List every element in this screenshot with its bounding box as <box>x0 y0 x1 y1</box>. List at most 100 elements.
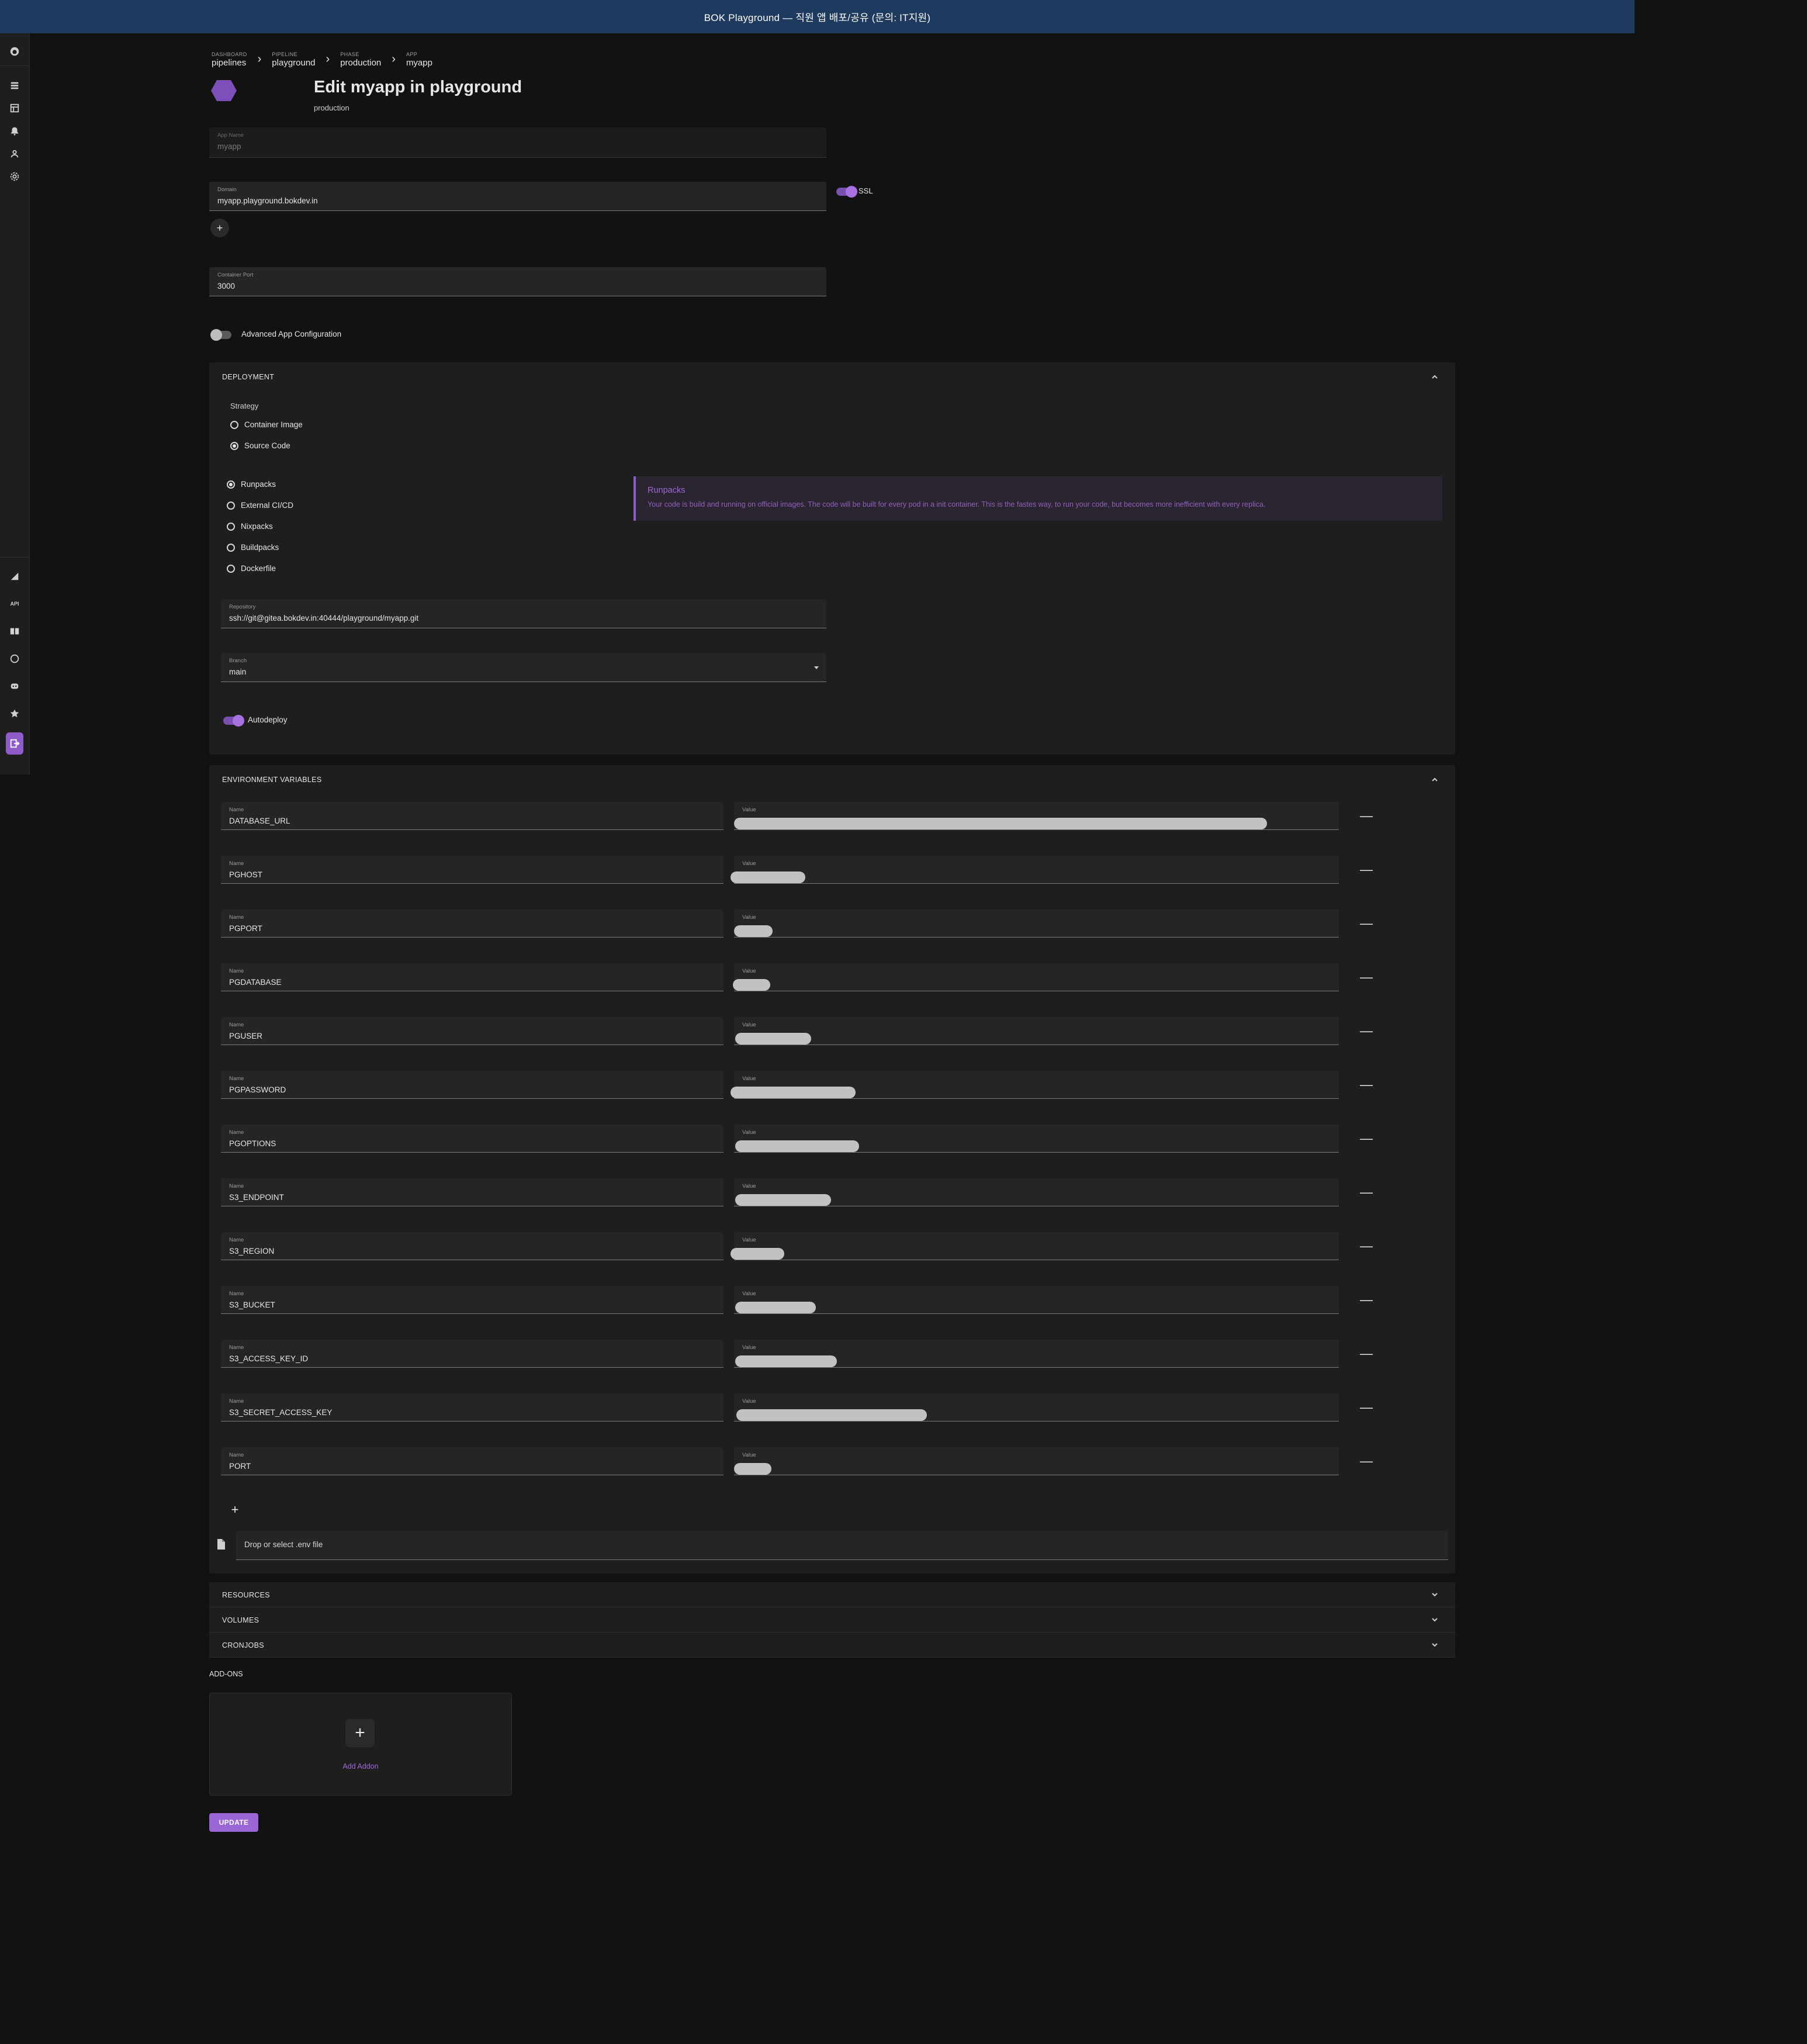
remove-env-button[interactable]: — <box>1359 1292 1373 1307</box>
theme-icon[interactable] <box>6 568 23 585</box>
remove-env-button[interactable]: — <box>1359 1023 1373 1038</box>
remove-env-button[interactable]: — <box>1359 1077 1373 1092</box>
remove-env-button[interactable]: — <box>1359 1346 1373 1361</box>
remove-env-button[interactable]: — <box>1359 1239 1373 1253</box>
env-name-field[interactable]: Name PGOPTIONS <box>221 1125 724 1153</box>
discord-icon[interactable] <box>6 677 23 695</box>
star-icon[interactable] <box>6 705 23 722</box>
env-value-field[interactable]: Value <box>734 1017 1339 1045</box>
branch-select[interactable]: Branch main <box>221 653 826 682</box>
docs-icon[interactable] <box>6 622 23 640</box>
build-runpacks[interactable]: Runpacks <box>227 480 276 489</box>
env-name-field[interactable]: Name PGPORT <box>221 909 724 938</box>
plus-icon: + <box>345 1719 375 1747</box>
breadcrumb-pipelines[interactable]: DASHBOARD pipelines <box>212 51 247 68</box>
env-name-field[interactable]: Name PGPASSWORD <box>221 1071 724 1099</box>
env-value-field[interactable]: Value <box>734 1447 1339 1475</box>
remove-env-button[interactable]: — <box>1359 808 1373 823</box>
add-addon-card[interactable]: + Add Addon <box>209 1693 512 1796</box>
sidebar: API <box>0 33 30 774</box>
env-value-field[interactable]: Value <box>734 1125 1339 1153</box>
remove-env-button[interactable]: — <box>1359 1454 1373 1468</box>
env-name-field[interactable]: Name S3_SECRET_ACCESS_KEY <box>221 1393 724 1422</box>
env-value-field[interactable]: Value <box>731 1232 1339 1260</box>
env-value-field[interactable]: Value <box>731 856 1339 884</box>
env-name-field[interactable]: Name DATABASE_URL <box>221 802 724 830</box>
radio-icon <box>227 501 235 510</box>
env-value-field[interactable]: Value <box>734 802 1339 830</box>
chevron-right-icon: › <box>326 53 330 65</box>
breadcrumb-phase[interactable]: PHASE production <box>340 51 381 68</box>
strategy-source-code[interactable]: Source Code <box>230 441 290 450</box>
add-env-button[interactable]: + <box>228 1502 242 1517</box>
notifications-icon[interactable] <box>6 122 23 140</box>
env-value-field[interactable]: Value <box>734 1393 1339 1422</box>
deployment-title: DEPLOYMENT <box>222 373 275 381</box>
env-name-field[interactable]: Name PGUSER <box>221 1017 724 1045</box>
env-value-field[interactable]: Value <box>734 1178 1339 1206</box>
build-nixpacks[interactable]: Nixpacks <box>227 522 273 531</box>
user-icon[interactable] <box>6 145 23 162</box>
ssl-label: SSL <box>859 186 873 195</box>
remove-env-button[interactable]: — <box>1359 1131 1373 1146</box>
redacted-value <box>734 1463 771 1475</box>
resources-section[interactable]: RESOURCES <box>209 1582 1455 1607</box>
breadcrumb-pipeline[interactable]: PIPELINE playground <box>272 51 315 68</box>
redacted-value <box>731 1248 784 1260</box>
cronjobs-section[interactable]: CRONJOBS <box>209 1633 1455 1658</box>
remove-env-button[interactable]: — <box>1359 970 1373 984</box>
env-value-field[interactable]: Value <box>733 963 1339 991</box>
remove-env-button[interactable]: — <box>1359 862 1373 877</box>
ssl-toggle[interactable] <box>836 186 857 198</box>
api-icon[interactable]: API <box>6 595 23 613</box>
settings-icon[interactable] <box>6 168 23 185</box>
repository-field[interactable]: Repository ssh://git@gitea.bokdev.in:404… <box>221 599 826 628</box>
addons-title: ADD-ONS <box>209 1670 243 1678</box>
env-value-field[interactable]: Value <box>734 1286 1339 1314</box>
remove-env-button[interactable]: — <box>1359 1185 1373 1199</box>
window-title: BOK Playground — 직원 앱 배포/공유 (문의: IT지원) <box>704 12 931 23</box>
env-name-field[interactable]: Name S3_ENDPOINT <box>221 1178 724 1206</box>
redacted-value <box>731 1087 856 1098</box>
remove-env-button[interactable]: — <box>1359 1400 1373 1414</box>
env-name-field[interactable]: Name PGDATABASE <box>221 963 724 991</box>
chevron-down-icon <box>1432 1643 1438 1647</box>
env-value-field[interactable]: Value <box>731 1071 1339 1099</box>
env-value-field[interactable]: Value <box>734 1340 1339 1368</box>
env-name-field[interactable]: Name PGHOST <box>221 856 724 884</box>
env-name-field[interactable]: Name PORT <box>221 1447 724 1475</box>
build-external-cicd[interactable]: External CI/CD <box>227 501 293 510</box>
redacted-value <box>735 1140 859 1152</box>
build-buildpacks[interactable]: Buildpacks <box>227 543 279 552</box>
remove-env-button[interactable]: — <box>1359 916 1373 931</box>
info-text: Your code is build and running on offici… <box>648 500 1266 509</box>
chevron-up-icon[interactable] <box>1431 373 1439 381</box>
apps-list-icon[interactable] <box>6 99 23 117</box>
logout-icon[interactable] <box>6 732 23 755</box>
container-port-field[interactable]: Container Port 3000 <box>209 267 826 296</box>
pipelines-icon[interactable] <box>6 77 23 94</box>
dropdown-arrow-icon <box>814 666 819 669</box>
window-title-bar: BOK Playground — 직원 앱 배포/공유 (문의: IT지원) <box>0 0 1635 33</box>
volumes-section[interactable]: VOLUMES <box>209 1607 1455 1633</box>
env-file-dropzone[interactable]: Drop or select .env file <box>236 1531 1448 1560</box>
breadcrumb-app[interactable]: APP myapp <box>406 51 432 68</box>
env-title: ENVIRONMENT VARIABLES <box>222 776 322 784</box>
radio-icon <box>227 522 235 531</box>
github-icon[interactable] <box>6 650 23 668</box>
autodeploy-toggle[interactable] <box>223 715 244 727</box>
chevron-up-icon[interactable] <box>1431 776 1439 784</box>
update-button[interactable]: UPDATE <box>209 1813 258 1832</box>
logo-icon[interactable] <box>6 43 23 60</box>
domain-field[interactable]: Domain myapp.playground.bokdev.in <box>209 182 826 211</box>
env-name-field[interactable]: Name S3_ACCESS_KEY_ID <box>221 1340 724 1368</box>
strategy-container-image[interactable]: Container Image <box>230 420 303 429</box>
add-domain-button[interactable]: + <box>210 219 229 237</box>
radio-checked-icon <box>227 480 235 489</box>
env-name-field[interactable]: Name S3_REGION <box>221 1232 724 1260</box>
env-name-field[interactable]: Name S3_BUCKET <box>221 1286 724 1314</box>
env-value-field[interactable]: Value <box>734 909 1339 938</box>
build-dockerfile[interactable]: Dockerfile <box>227 564 276 573</box>
advanced-config-toggle[interactable] <box>210 329 231 341</box>
redacted-value <box>735 1194 831 1206</box>
